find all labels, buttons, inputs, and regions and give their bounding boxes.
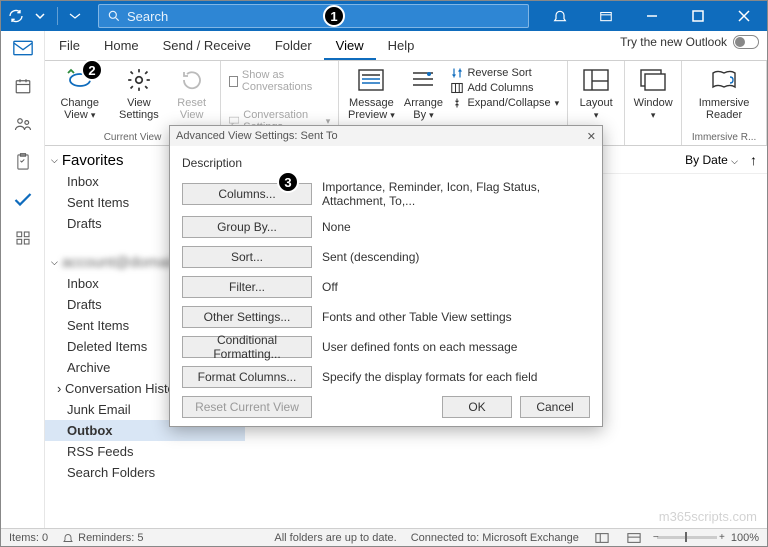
- tab-send-receive[interactable]: Send / Receive: [151, 31, 263, 60]
- dialog-close-icon[interactable]: ✕: [587, 130, 596, 143]
- reset-view-button[interactable]: Reset View: [171, 65, 212, 121]
- status-uptodate: All folders are up to date.: [274, 532, 396, 544]
- apps-icon[interactable]: [13, 229, 33, 247]
- marker-1: 1: [323, 5, 345, 27]
- conditional-value: User defined fonts on each message: [322, 340, 590, 354]
- tab-folder[interactable]: Folder: [263, 31, 324, 60]
- columns-value: Importance, Reminder, Icon, Flag Status,…: [322, 180, 590, 208]
- marker-3: 3: [277, 171, 299, 193]
- close-button[interactable]: [721, 1, 767, 31]
- status-bar: Items: 0 Reminders: 5 All folders are up…: [1, 528, 767, 546]
- reverse-sort[interactable]: Reverse Sort: [451, 67, 559, 79]
- ok-button[interactable]: OK: [442, 396, 512, 418]
- window-ribbon-button[interactable]: Window ▾: [633, 65, 673, 121]
- ribbon-tabs: File Home Send / Receive Folder View Hel…: [1, 31, 767, 61]
- view-settings-button[interactable]: View Settings: [115, 65, 164, 121]
- tab-file[interactable]: File: [47, 31, 92, 60]
- show-as-conversations[interactable]: Show as Conversations: [229, 69, 330, 93]
- search-input[interactable]: Search: [98, 4, 529, 28]
- search-icon: [107, 9, 121, 23]
- nav-search-folders[interactable]: Search Folders: [45, 462, 245, 483]
- window-button[interactable]: [583, 1, 629, 31]
- marker-2: 2: [81, 59, 103, 81]
- view-reading-icon[interactable]: [625, 531, 643, 545]
- tab-help[interactable]: Help: [376, 31, 427, 60]
- format-columns-value: Specify the display formats for each fie…: [322, 370, 590, 384]
- dropdown-icon[interactable]: [31, 7, 49, 25]
- minimize-button[interactable]: [629, 1, 675, 31]
- advanced-view-dialog: Advanced View Settings: Sent To ✕ Descri…: [169, 125, 603, 427]
- zoom-slider[interactable]: −+: [657, 536, 717, 539]
- message-preview-button[interactable]: Message Preview ▾: [347, 65, 395, 121]
- sync-icon[interactable]: [7, 7, 25, 25]
- group-by-button[interactable]: Group By...: [182, 216, 312, 238]
- sort-arrow-icon[interactable]: ↑: [750, 152, 757, 168]
- dialog-title: Advanced View Settings: Sent To: [176, 130, 338, 142]
- tasks-icon[interactable]: [13, 153, 33, 171]
- left-rail: [1, 31, 45, 528]
- expand-collapse[interactable]: Expand/Collapse ▾: [451, 97, 559, 109]
- try-new-outlook[interactable]: Try the new Outlook: [620, 35, 759, 49]
- people-icon[interactable]: [13, 115, 33, 133]
- status-items: Items: 0: [9, 532, 48, 544]
- group-by-value: None: [322, 220, 590, 234]
- format-columns-button[interactable]: Format Columns...: [182, 366, 312, 388]
- cancel-button[interactable]: Cancel: [520, 396, 590, 418]
- immersive-caption: Immersive R...: [690, 130, 758, 143]
- sort-by-date[interactable]: By Date ⌵: [685, 153, 738, 167]
- tab-home[interactable]: Home: [92, 31, 151, 60]
- dialog-description-label: Description: [182, 152, 590, 174]
- overflow-icon[interactable]: [66, 7, 84, 25]
- sort-button[interactable]: Sort...: [182, 246, 312, 268]
- maximize-button[interactable]: [675, 1, 721, 31]
- toggle-icon[interactable]: [733, 35, 759, 49]
- add-columns[interactable]: Add Columns: [451, 82, 559, 94]
- title-bar: Search: [1, 1, 767, 31]
- filter-button[interactable]: Filter...: [182, 276, 312, 298]
- search-placeholder: Search: [127, 9, 168, 24]
- arrange-by-button[interactable]: Arrange By ▾: [403, 65, 443, 121]
- filter-value: Off: [322, 280, 590, 294]
- immersive-reader-button[interactable]: Immersive Reader: [690, 65, 758, 121]
- tab-view[interactable]: View: [324, 31, 376, 60]
- bell-icon[interactable]: [537, 1, 583, 31]
- other-settings-button[interactable]: Other Settings...: [182, 306, 312, 328]
- other-settings-value: Fonts and other Table View settings: [322, 310, 590, 324]
- layout-button[interactable]: Layout ▾: [576, 65, 616, 121]
- view-normal-icon[interactable]: [593, 531, 611, 545]
- status-connected: Connected to: Microsoft Exchange: [411, 532, 579, 544]
- conditional-formatting-button[interactable]: Conditional Formatting...: [182, 336, 312, 358]
- watermark: m365scripts.com: [659, 509, 757, 524]
- sort-value: Sent (descending): [322, 250, 590, 264]
- mail-icon[interactable]: [13, 39, 33, 57]
- bell-status-icon: [62, 532, 74, 544]
- nav-rss[interactable]: RSS Feeds: [45, 441, 245, 462]
- status-reminders: Reminders: 5: [78, 532, 143, 544]
- calendar-icon[interactable]: [13, 77, 33, 95]
- reset-current-view-button[interactable]: Reset Current View: [182, 396, 312, 418]
- status-zoom: 100%: [731, 532, 759, 544]
- todo-icon[interactable]: [13, 191, 33, 209]
